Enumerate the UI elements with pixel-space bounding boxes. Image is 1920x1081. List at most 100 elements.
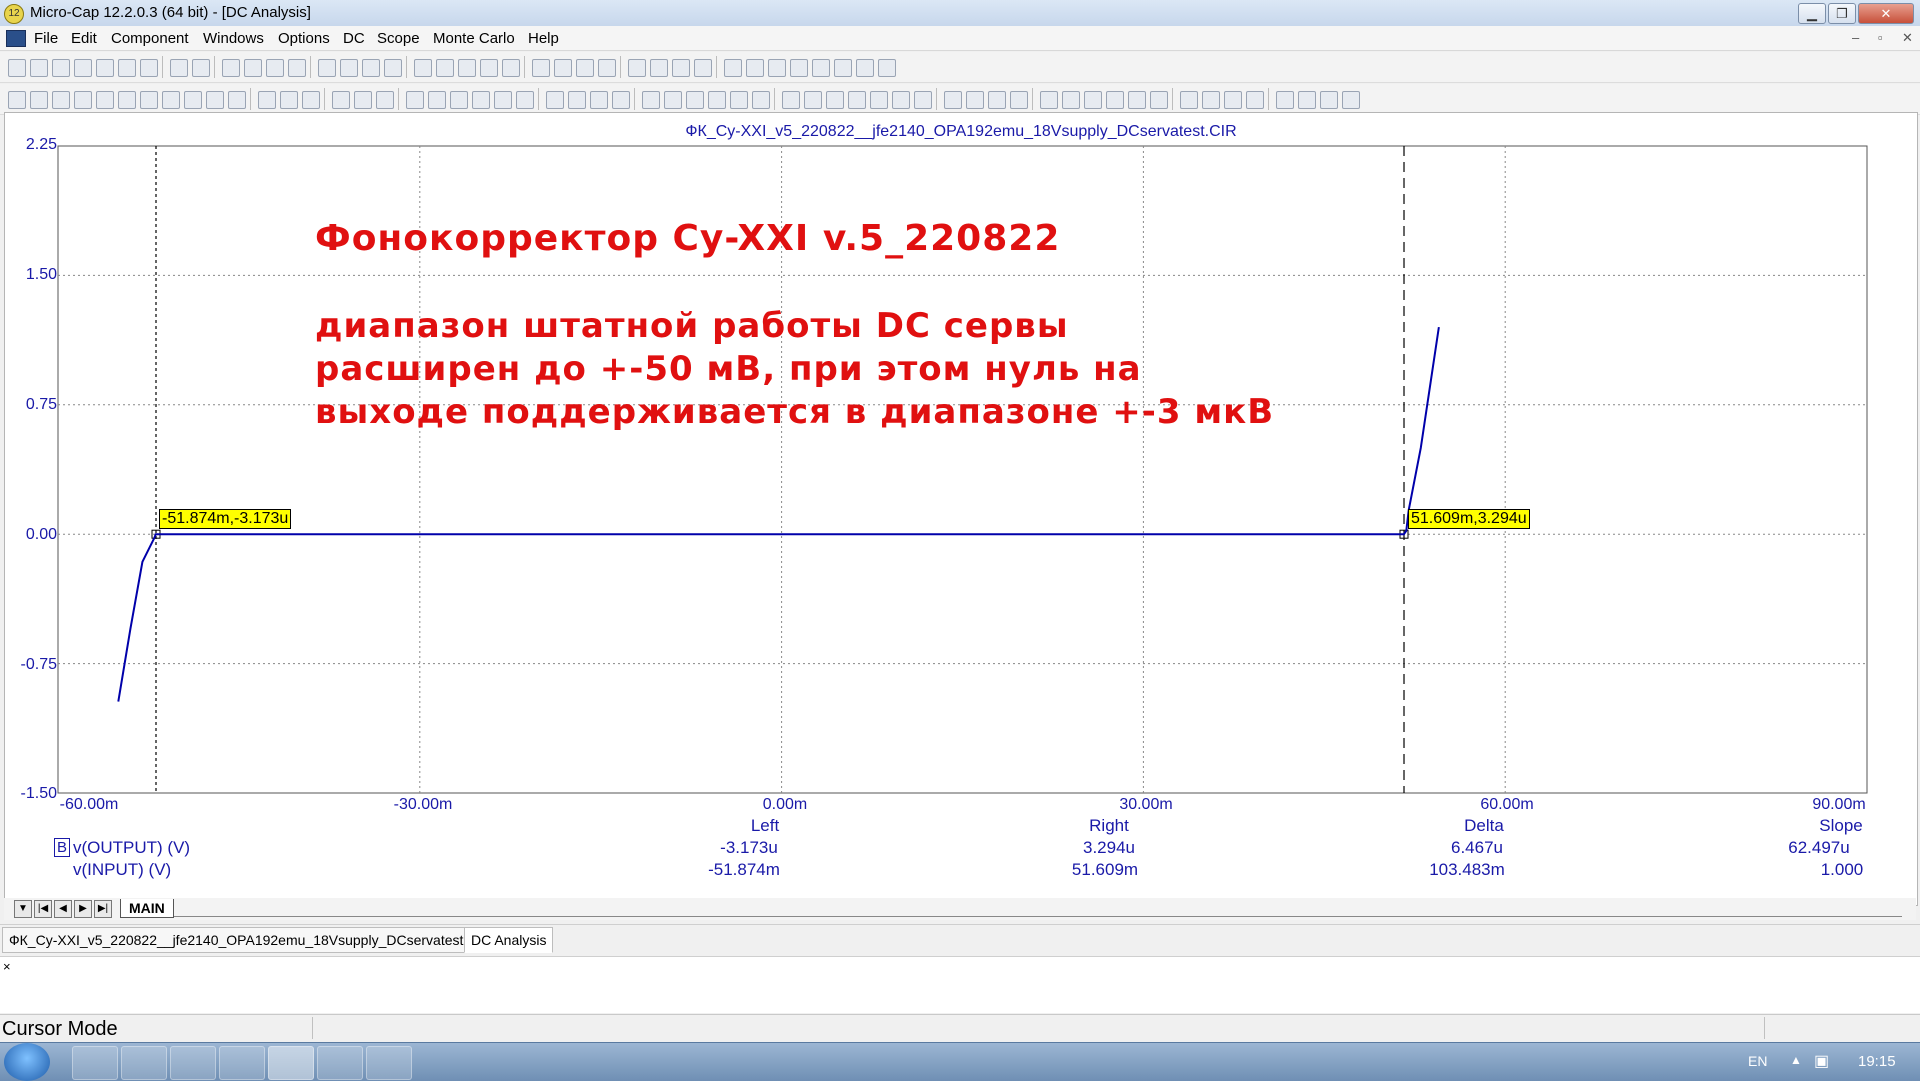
toolbar-button-icon[interactable] xyxy=(376,91,394,109)
toolbar-button-icon[interactable] xyxy=(52,91,70,109)
toolbar-button-icon[interactable] xyxy=(354,91,372,109)
microcap-taskbar-icon[interactable] xyxy=(268,1046,314,1080)
toolbar-button-icon[interactable] xyxy=(472,91,490,109)
trace-name-output[interactable]: v(OUTPUT) (V) xyxy=(73,838,190,858)
sheet-tab-main[interactable]: MAIN xyxy=(120,899,174,918)
menu-file[interactable]: File xyxy=(34,30,58,47)
toolbar-button-icon[interactable] xyxy=(1010,91,1028,109)
toolbar-button-icon[interactable] xyxy=(280,91,298,109)
toolbar-button-icon[interactable] xyxy=(590,91,608,109)
mdi-restore-icon[interactable]: ▫ xyxy=(1878,30,1883,45)
prev-sheet-icon[interactable]: ◀ xyxy=(54,900,72,918)
start-button-icon[interactable] xyxy=(4,1043,50,1081)
plot-window[interactable]: ФК_Cy-XXI_v5_220822__jfe2140_OPA192emu_1… xyxy=(4,112,1918,906)
toolbar-button-icon[interactable] xyxy=(1062,91,1080,109)
toolbar-button-icon[interactable] xyxy=(52,59,70,77)
toolbar-button-icon[interactable] xyxy=(812,59,830,77)
toolbar-button-icon[interactable] xyxy=(96,91,114,109)
document-icon[interactable] xyxy=(6,30,26,47)
trace-marker-b[interactable]: B xyxy=(54,838,70,857)
toolbar-button-icon[interactable] xyxy=(30,91,48,109)
tab-circuit[interactable]: ФК_Cy-XXI_v5_220822__jfe2140_OPA192emu_1… xyxy=(2,927,499,953)
toolbar-button-icon[interactable] xyxy=(384,59,402,77)
last-sheet-icon[interactable]: ▶| xyxy=(94,900,112,918)
toolbar-button-icon[interactable] xyxy=(332,91,350,109)
mdi-minimize-icon[interactable]: – xyxy=(1852,30,1859,45)
toolbar-button-icon[interactable] xyxy=(768,59,786,77)
toolbar-button-icon[interactable] xyxy=(162,91,180,109)
toolbar-button-icon[interactable] xyxy=(642,91,660,109)
next-sheet-icon[interactable]: ▶ xyxy=(74,900,92,918)
explorer-taskbar-icon[interactable] xyxy=(72,1046,118,1080)
menu-options[interactable]: Options xyxy=(278,30,330,47)
ie-taskbar-icon[interactable] xyxy=(170,1046,216,1080)
toolbar-button-icon[interactable] xyxy=(258,91,276,109)
toolbar-button-icon[interactable] xyxy=(856,59,874,77)
toolbar-button-icon[interactable] xyxy=(650,59,668,77)
toolbar-button-icon[interactable] xyxy=(266,59,284,77)
output-window[interactable]: × xyxy=(0,956,1920,1013)
save-taskbar-icon[interactable] xyxy=(317,1046,363,1080)
toolbar-button-icon[interactable] xyxy=(628,59,646,77)
toolbar-button-icon[interactable] xyxy=(554,59,572,77)
output-close-icon[interactable]: × xyxy=(3,959,11,974)
toolbar-button-icon[interactable] xyxy=(502,59,520,77)
toolbar-button-icon[interactable] xyxy=(966,91,984,109)
toolbar-button-icon[interactable] xyxy=(222,59,240,77)
toolbar-button-icon[interactable] xyxy=(1276,91,1294,109)
toolbar-button-icon[interactable] xyxy=(944,91,962,109)
toolbar-button-icon[interactable] xyxy=(1202,91,1220,109)
toolbar-button-icon[interactable] xyxy=(8,59,26,77)
toolbar-button-icon[interactable] xyxy=(686,91,704,109)
toolbar-button-icon[interactable] xyxy=(870,91,888,109)
tab-dc-analysis[interactable]: DC Analysis xyxy=(464,927,554,953)
toolbar-button-icon[interactable] xyxy=(30,59,48,77)
tray-expand-icon[interactable]: ▲ xyxy=(1790,1053,1802,1067)
toolbar-button-icon[interactable] xyxy=(192,59,210,77)
toolbar-button-icon[interactable] xyxy=(826,91,844,109)
toolbar-button-icon[interactable] xyxy=(1040,91,1058,109)
minimize-button[interactable]: ▁ xyxy=(1798,3,1826,24)
toolbar-button-icon[interactable] xyxy=(288,59,306,77)
toolbar-button-icon[interactable] xyxy=(228,91,246,109)
toolbar-button-icon[interactable] xyxy=(8,91,26,109)
toolbar-button-icon[interactable] xyxy=(892,91,910,109)
toolbar-button-icon[interactable] xyxy=(1084,91,1102,109)
toolbar-button-icon[interactable] xyxy=(118,59,136,77)
toolbar-button-icon[interactable] xyxy=(362,59,380,77)
menu-edit[interactable]: Edit xyxy=(71,30,97,47)
toolbar-button-icon[interactable] xyxy=(914,91,932,109)
toolbar-button-icon[interactable] xyxy=(1106,91,1124,109)
network-icon[interactable]: ▣ xyxy=(1814,1051,1829,1071)
toolbar-button-icon[interactable] xyxy=(730,91,748,109)
toolbar-button-icon[interactable] xyxy=(790,59,808,77)
toolbar-button-icon[interactable] xyxy=(1320,91,1338,109)
toolbar-button-icon[interactable] xyxy=(340,59,358,77)
toolbar-button-icon[interactable] xyxy=(1342,91,1360,109)
toolbar-button-icon[interactable] xyxy=(1246,91,1264,109)
toolbar-button-icon[interactable] xyxy=(532,59,550,77)
toolbar-button-icon[interactable] xyxy=(140,91,158,109)
toolbar-button-icon[interactable] xyxy=(568,91,586,109)
toolbar-button-icon[interactable] xyxy=(878,59,896,77)
left-cursor-label[interactable]: -51.874m,-3.173u xyxy=(159,509,292,529)
toolbar-button-icon[interactable] xyxy=(724,59,742,77)
toolbar-button-icon[interactable] xyxy=(436,59,454,77)
toolbar-button-icon[interactable] xyxy=(480,59,498,77)
maximize-button[interactable]: ❐ xyxy=(1828,3,1856,24)
trace-name-input[interactable]: v(INPUT) (V) xyxy=(73,860,171,880)
toolbar-button-icon[interactable] xyxy=(664,91,682,109)
toolbar-button-icon[interactable] xyxy=(988,91,1006,109)
toolbar-button-icon[interactable] xyxy=(598,59,616,77)
toolbar-button-icon[interactable] xyxy=(1128,91,1146,109)
toolbar-button-icon[interactable] xyxy=(848,91,866,109)
menu-scope[interactable]: Scope xyxy=(377,30,420,47)
toolbar-button-icon[interactable] xyxy=(74,59,92,77)
toolbar-button-icon[interactable] xyxy=(672,59,690,77)
mdi-close-icon[interactable]: ✕ xyxy=(1902,30,1913,46)
toolbar-button-icon[interactable] xyxy=(414,59,432,77)
toolbar-button-icon[interactable] xyxy=(494,91,512,109)
toolbar-button-icon[interactable] xyxy=(118,91,136,109)
toolbar-button-icon[interactable] xyxy=(1298,91,1316,109)
toolbar-button-icon[interactable] xyxy=(244,59,262,77)
